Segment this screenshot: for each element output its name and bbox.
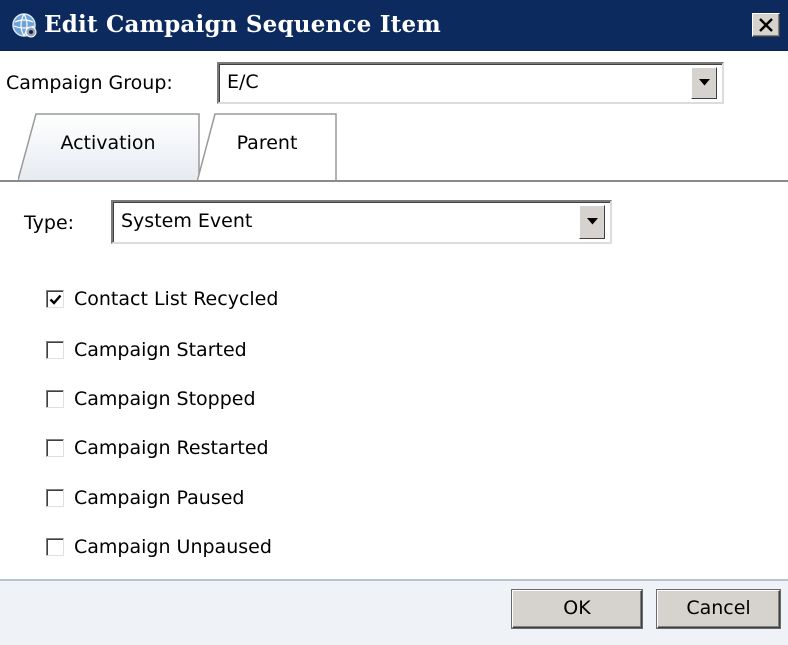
edit-campaign-sequence-item-dialog: Edit Campaign Sequence Item Campaign Gro… (0, 0, 788, 645)
checkbox[interactable] (46, 290, 64, 308)
checkbox[interactable] (46, 341, 64, 359)
dialog-title: Edit Campaign Sequence Item (44, 11, 441, 38)
close-button[interactable] (752, 13, 780, 37)
checkbox[interactable] (46, 390, 64, 408)
type-dropdown-button[interactable] (579, 205, 605, 239)
checkbox-label: Campaign Restarted (74, 437, 269, 459)
checkbox-label: Campaign Stopped (74, 388, 256, 410)
campaign-group-label: Campaign Group: (6, 72, 173, 94)
checkbox[interactable] (46, 439, 64, 457)
campaign-group-select[interactable]: E/C (217, 62, 724, 104)
tab-parent[interactable]: Parent (197, 112, 337, 182)
title-bar[interactable]: Edit Campaign Sequence Item (0, 0, 788, 51)
type-select[interactable]: System Event (111, 200, 612, 244)
checkbox-label: Campaign Unpaused (74, 536, 272, 558)
tab-strip: Activation Parent (0, 112, 788, 182)
checkbox[interactable] (46, 538, 64, 556)
campaign-group-value: E/C (227, 71, 259, 93)
campaign-group-dropdown-button[interactable] (691, 67, 717, 99)
ok-button[interactable]: OK (512, 590, 642, 628)
checkmark-icon (49, 294, 62, 305)
type-value: System Event (121, 210, 253, 232)
tab-activation-label: Activation (60, 132, 156, 154)
cancel-button[interactable]: Cancel (657, 590, 780, 628)
close-x-icon (759, 18, 773, 32)
checkbox-label: Contact List Recycled (74, 288, 279, 310)
type-label: Type: (24, 212, 75, 234)
tab-activation[interactable]: Activation (18, 112, 200, 181)
chevron-down-icon (699, 79, 710, 86)
checkbox[interactable] (46, 489, 64, 507)
checkbox-label: Campaign Paused (74, 487, 245, 509)
tab-parent-label: Parent (236, 132, 298, 154)
checkbox-label: Campaign Started (74, 339, 247, 361)
chevron-down-icon (587, 218, 598, 225)
globe-gear-icon (12, 13, 37, 38)
